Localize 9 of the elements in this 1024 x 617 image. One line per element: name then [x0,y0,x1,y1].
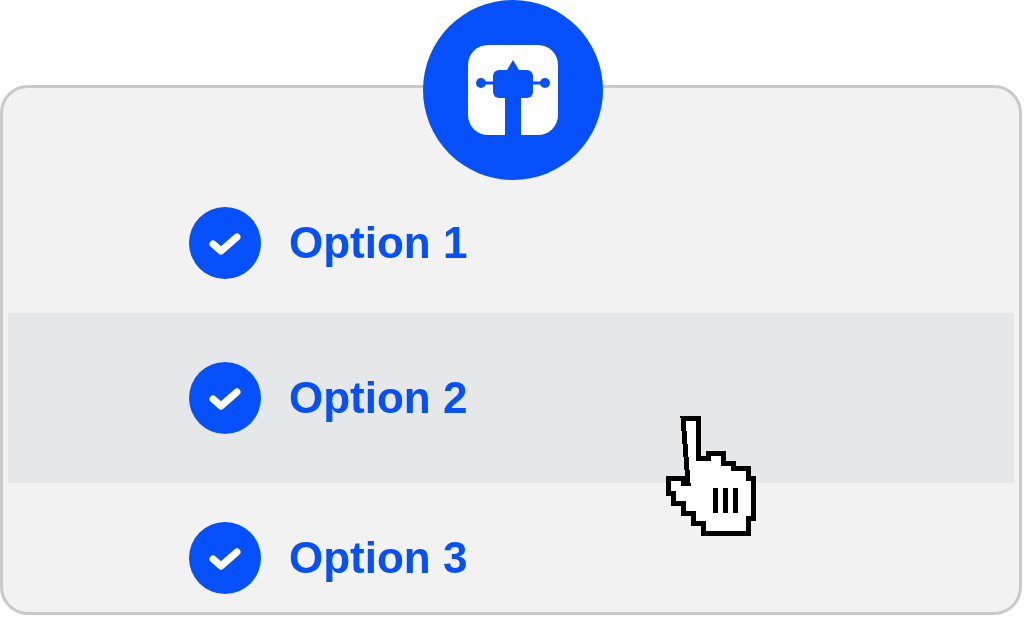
option-label: Option 1 [289,218,468,268]
option-label: Option 2 [289,373,468,423]
check-icon[interactable] [189,521,261,594]
check-icon[interactable] [189,362,261,434]
check-icon[interactable] [189,207,261,279]
option-row[interactable]: Option 1 [8,173,1014,313]
option-label: Option 3 [289,532,468,583]
option-row[interactable]: Option 3 [8,483,1014,612]
highlighted-option-row[interactable]: Option 2 [8,313,1014,483]
